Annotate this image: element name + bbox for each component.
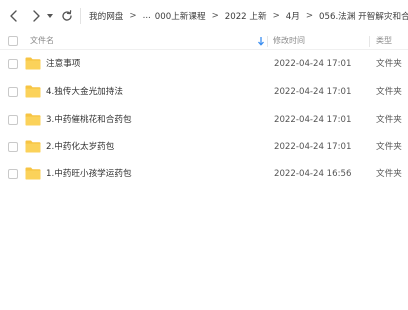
breadcrumb: 我的网盘 > ... 000上新课程 > 2022 上新 > 4月 > 056.… bbox=[89, 0, 408, 32]
refresh-icon bbox=[62, 10, 72, 21]
file-row[interactable]: 注意事项 2022-04-24 17:01 文件夹 bbox=[0, 51, 408, 77]
file-type: 文件夹 bbox=[376, 115, 402, 125]
file-type: 文件夹 bbox=[376, 59, 402, 69]
column-divider[interactable] bbox=[369, 36, 370, 47]
column-header-modified[interactable]: 修改时间 bbox=[273, 32, 305, 50]
breadcrumb-item-ellipsis[interactable]: ... bbox=[143, 11, 151, 21]
file-row[interactable]: 3.中药催桃花和合药包 2022-04-24 17:01 文件夹 bbox=[0, 107, 408, 133]
file-name[interactable]: 4.独传大金光加持法 bbox=[46, 79, 123, 105]
file-name[interactable]: 3.中药催桃花和合药包 bbox=[46, 107, 132, 133]
chevron-right-icon bbox=[33, 10, 40, 22]
forward-button[interactable] bbox=[27, 6, 45, 26]
file-name[interactable]: 1.中药旺小孩学运药包 bbox=[46, 161, 132, 187]
breadcrumb-item-april[interactable]: 4月 bbox=[286, 10, 300, 22]
row-checkbox[interactable] bbox=[8, 115, 18, 125]
file-modified: 2022-04-24 17:01 bbox=[274, 115, 352, 125]
file-type: 文件夹 bbox=[376, 87, 402, 97]
select-all-checkbox[interactable] bbox=[8, 36, 18, 46]
refresh-button[interactable] bbox=[58, 6, 76, 26]
row-checkbox[interactable] bbox=[8, 87, 18, 97]
folder-icon bbox=[25, 140, 41, 153]
file-modified: 2022-04-24 16:56 bbox=[274, 169, 352, 179]
row-checkbox[interactable] bbox=[8, 59, 18, 69]
file-modified: 2022-04-24 17:01 bbox=[274, 59, 352, 69]
file-row[interactable]: 1.中药旺小孩学运药包 2022-04-24 16:56 文件夹 bbox=[0, 161, 408, 187]
breadcrumb-separator: > bbox=[272, 11, 280, 21]
breadcrumb-item-current[interactable]: 056.法渊 开智解灾和合法 bbox=[319, 10, 408, 22]
file-modified: 2022-04-24 17:01 bbox=[274, 87, 352, 97]
file-type: 文件夹 bbox=[376, 169, 402, 179]
column-divider[interactable] bbox=[267, 36, 268, 47]
file-row[interactable]: 2.中药化太岁药包 2022-04-24 17:01 文件夹 bbox=[0, 134, 408, 160]
row-checkbox[interactable] bbox=[8, 169, 18, 179]
file-row[interactable]: 4.独传大金光加持法 2022-04-24 17:01 文件夹 bbox=[0, 79, 408, 105]
sort-arrow-down-icon[interactable] bbox=[257, 36, 265, 46]
column-header-name[interactable]: 文件名 bbox=[30, 32, 54, 50]
history-dropdown-button[interactable] bbox=[44, 6, 56, 26]
column-header-row bbox=[0, 32, 408, 50]
file-name[interactable]: 2.中药化太岁药包 bbox=[46, 134, 114, 160]
back-button[interactable] bbox=[5, 6, 23, 26]
file-modified: 2022-04-24 17:01 bbox=[274, 142, 352, 152]
folder-icon bbox=[25, 85, 41, 98]
row-checkbox[interactable] bbox=[8, 142, 18, 152]
navigation-bar: 我的网盘 > ... 000上新课程 > 2022 上新 > 4月 > 056.… bbox=[0, 0, 408, 32]
breadcrumb-item-root[interactable]: 我的网盘 bbox=[89, 10, 123, 22]
chevron-left-icon bbox=[10, 10, 17, 22]
folder-icon bbox=[25, 57, 41, 70]
column-header-type[interactable]: 类型 bbox=[376, 32, 392, 50]
breadcrumb-separator: > bbox=[211, 11, 219, 21]
breadcrumb-separator: > bbox=[129, 11, 137, 21]
breadcrumb-item-2022[interactable]: 2022 上新 bbox=[225, 10, 267, 22]
breadcrumb-separator: > bbox=[305, 11, 314, 21]
file-type: 文件夹 bbox=[376, 142, 402, 152]
folder-icon bbox=[25, 167, 41, 180]
folder-icon bbox=[25, 113, 41, 126]
file-name[interactable]: 注意事项 bbox=[46, 51, 80, 77]
toolbar-divider bbox=[80, 8, 81, 24]
breadcrumb-item-courses[interactable]: 000上新课程 bbox=[155, 10, 206, 22]
chevron-down-icon bbox=[47, 14, 53, 18]
